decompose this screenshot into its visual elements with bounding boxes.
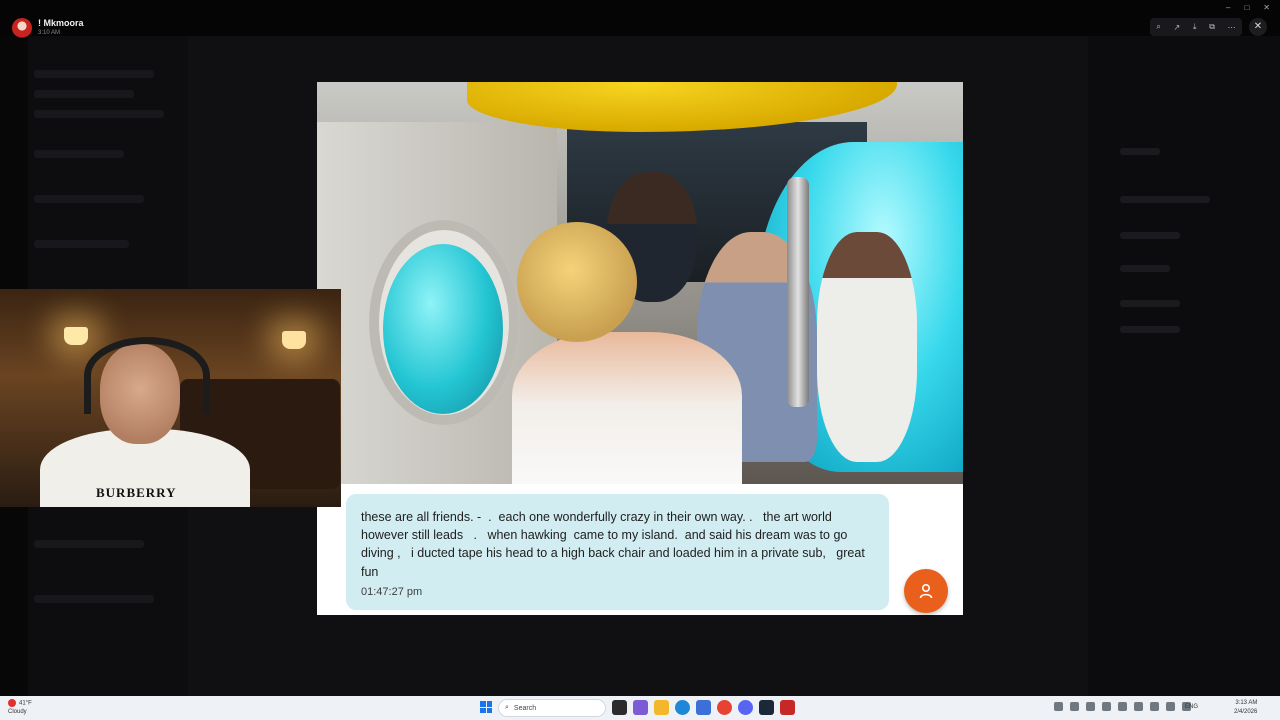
more-icon[interactable]: ⋯ xyxy=(1228,23,1236,32)
share-icon[interactable]: ↗ xyxy=(1174,23,1181,32)
member-row xyxy=(1120,148,1160,155)
taskbar-search[interactable]: ⌕ Search xyxy=(498,699,606,717)
channel-row xyxy=(34,240,129,248)
app-icon[interactable] xyxy=(633,700,648,715)
tray-icon[interactable] xyxy=(1102,702,1111,711)
tray-icon[interactable] xyxy=(1150,702,1159,711)
sender-name[interactable]: ! Mkmoora xyxy=(38,18,84,28)
tray-icon[interactable] xyxy=(1086,702,1095,711)
member-row xyxy=(1120,265,1170,272)
profile-button[interactable] xyxy=(904,569,948,613)
message-timestamp: 01:47:27 pm xyxy=(361,586,423,598)
member-row xyxy=(1120,232,1180,239)
avatar[interactable] xyxy=(12,18,32,38)
weather-widget[interactable]: 41°F Cloudy xyxy=(8,699,32,716)
channel-row xyxy=(34,595,154,603)
tray-icon[interactable] xyxy=(1118,702,1127,711)
task-view-icon[interactable] xyxy=(612,700,627,715)
viewer-topbar xyxy=(0,0,1280,36)
submarine-photo xyxy=(317,82,963,484)
channel-row xyxy=(34,540,144,548)
channel-row xyxy=(34,195,144,203)
maximize-icon[interactable]: □ xyxy=(1244,3,1249,12)
sent-time: 3:10 AM xyxy=(38,30,61,36)
close-viewer-button[interactable]: ✕ xyxy=(1249,18,1267,36)
clock-time: 3:13 AM xyxy=(1235,700,1258,706)
discord-icon[interactable] xyxy=(738,700,753,715)
shirt-logo: BURBERRY xyxy=(96,485,177,500)
member-row xyxy=(1120,196,1210,203)
weather-desc: Cloudy xyxy=(8,708,27,715)
webcam-feed: BURBERRY xyxy=(0,289,341,507)
tray-icon[interactable] xyxy=(1166,702,1175,711)
app-icon-active[interactable] xyxy=(780,700,795,715)
store-icon[interactable] xyxy=(696,700,711,715)
member-row xyxy=(1120,300,1180,307)
channel-row xyxy=(34,150,124,158)
channel-row xyxy=(34,90,134,98)
tray-icon[interactable] xyxy=(1054,702,1063,711)
taskbar-apps xyxy=(612,700,795,715)
download-icon[interactable]: ⤓ xyxy=(1193,22,1197,32)
channel-row xyxy=(34,70,154,78)
edge-icon[interactable] xyxy=(675,700,690,715)
member-row xyxy=(1120,326,1180,333)
open-icon[interactable]: ⧉ xyxy=(1209,22,1215,32)
tray-icon[interactable] xyxy=(1070,702,1079,711)
headset xyxy=(84,337,210,414)
channel-row xyxy=(34,110,164,118)
system-tray xyxy=(1054,702,1191,711)
file-explorer-icon[interactable] xyxy=(654,700,669,715)
search-icon: ⌕ xyxy=(505,704,509,711)
viewer-toolbar: ⌕ ↗ ⤓ ⧉ ⋯ xyxy=(1150,18,1242,36)
zoom-icon[interactable]: ⌕ xyxy=(1156,22,1160,32)
clock-date: 2/4/2026 xyxy=(1234,709,1258,715)
language-indicator[interactable]: ENG xyxy=(1185,704,1198,710)
clock[interactable]: 3:13 AM 2/4/2026 xyxy=(1234,699,1257,717)
window-close-icon[interactable]: ✕ xyxy=(1263,3,1270,12)
tray-icon[interactable] xyxy=(1134,702,1143,711)
start-button[interactable] xyxy=(480,701,492,713)
minimize-icon[interactable]: – xyxy=(1226,3,1230,12)
weather-temp: 41°F xyxy=(19,700,32,707)
member-panel xyxy=(1088,36,1280,696)
taskbar: 41°F Cloudy ⌕ Search ENG 3:13 AM 2/4/202… xyxy=(0,696,1280,720)
weather-icon xyxy=(8,699,16,707)
person-icon xyxy=(919,583,933,599)
message-text: these are all friends. - . each one wond… xyxy=(361,510,869,579)
chrome-icon[interactable] xyxy=(717,700,732,715)
search-placeholder: Search xyxy=(513,704,537,712)
window-controls: – □ ✕ xyxy=(1226,3,1270,12)
steam-icon[interactable] xyxy=(759,700,774,715)
